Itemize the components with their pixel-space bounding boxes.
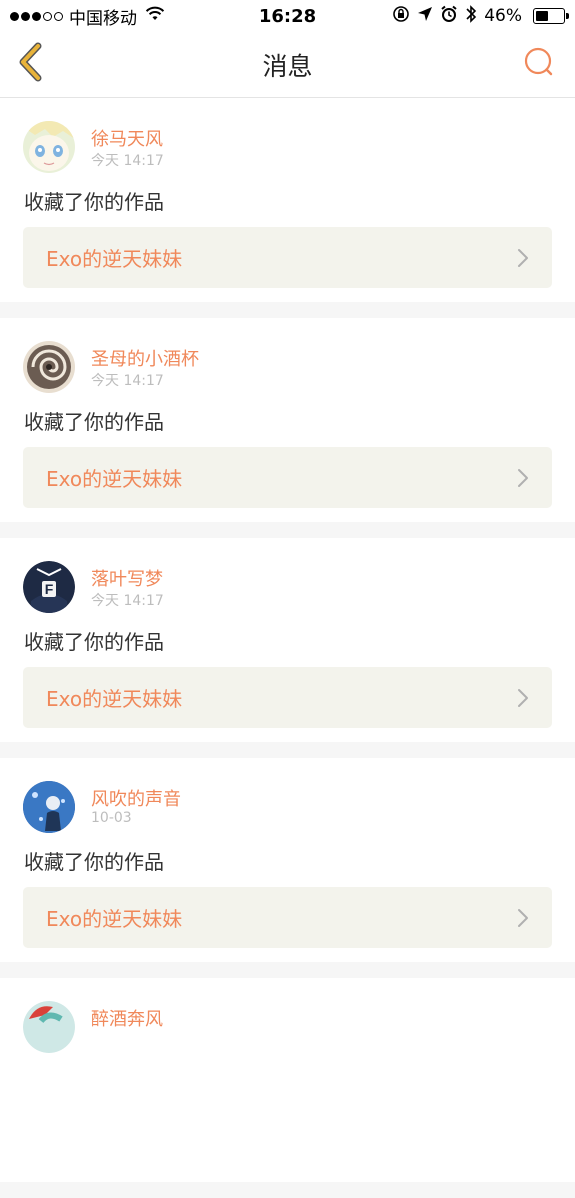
- navigation-bar: 消息: [0, 32, 575, 98]
- back-button[interactable]: [10, 40, 50, 88]
- message-text: 收藏了你的作品: [24, 630, 164, 654]
- alarm-clock-icon: [440, 5, 458, 28]
- avatar[interactable]: [23, 341, 75, 393]
- user-name[interactable]: 落叶写梦: [91, 565, 163, 591]
- message-time: 今天 14:17: [91, 153, 164, 169]
- svg-text:F: F: [45, 581, 54, 597]
- message-item: 醉酒奔风: [0, 978, 575, 1182]
- rotation-lock-icon: [392, 5, 410, 28]
- message-time: 今天 14:17: [91, 593, 164, 609]
- chevron-left-icon: [16, 42, 44, 86]
- message-item: 徐马天风 今天 14:17 收藏了你的作品 Exo的逆天妹妹: [0, 98, 575, 302]
- work-link[interactable]: Exo的逆天妹妹: [23, 227, 552, 288]
- work-link[interactable]: Exo的逆天妹妹: [23, 667, 552, 728]
- work-link[interactable]: Exo的逆天妹妹: [23, 887, 552, 948]
- page-title: 消息: [262, 51, 313, 81]
- chevron-right-icon: [516, 247, 530, 269]
- avatar[interactable]: [23, 121, 75, 173]
- message-text: 收藏了你的作品: [24, 850, 164, 874]
- user-name[interactable]: 风吹的声音: [91, 785, 181, 811]
- user-name[interactable]: 醉酒奔风: [91, 1005, 163, 1031]
- battery-icon: [533, 8, 569, 24]
- message-item: F 落叶写梦 今天 14:17 收藏了你的作品 Exo的逆天妹妹: [0, 538, 575, 742]
- user-name[interactable]: 圣母的小酒杯: [91, 345, 199, 371]
- avatar[interactable]: [23, 1001, 75, 1053]
- work-link[interactable]: Exo的逆天妹妹: [23, 447, 552, 508]
- message-list: 徐马天风 今天 14:17 收藏了你的作品 Exo的逆天妹妹 圣母的小酒杯 今天…: [0, 98, 575, 1198]
- work-title: Exo的逆天妹妹: [46, 467, 183, 491]
- chevron-right-icon: [516, 687, 530, 709]
- message-time: 10-03: [91, 810, 132, 826]
- user-name[interactable]: 徐马天风: [91, 125, 163, 151]
- search-button[interactable]: [519, 44, 559, 84]
- battery-percent: 46%: [484, 6, 522, 26]
- battery-level: [536, 11, 548, 21]
- message-item: 风吹的声音 10-03 收藏了你的作品 Exo的逆天妹妹: [0, 758, 575, 962]
- status-bar: 中国移动 16:28 46%: [0, 0, 575, 32]
- work-title: Exo的逆天妹妹: [46, 687, 183, 711]
- chevron-right-icon: [516, 467, 530, 489]
- location-arrow-icon: [417, 6, 433, 27]
- bluetooth-icon: [465, 4, 477, 29]
- message-item: 圣母的小酒杯 今天 14:17 收藏了你的作品 Exo的逆天妹妹: [0, 318, 575, 522]
- status-right: 46%: [392, 0, 569, 32]
- avatar[interactable]: [23, 781, 75, 833]
- avatar[interactable]: F: [23, 561, 75, 613]
- message-text: 收藏了你的作品: [24, 190, 164, 214]
- message-text: 收藏了你的作品: [24, 410, 164, 434]
- work-title: Exo的逆天妹妹: [46, 907, 183, 931]
- work-title: Exo的逆天妹妹: [46, 247, 183, 271]
- search-icon: [523, 46, 555, 82]
- chevron-right-icon: [516, 907, 530, 929]
- message-time: 今天 14:17: [91, 373, 164, 389]
